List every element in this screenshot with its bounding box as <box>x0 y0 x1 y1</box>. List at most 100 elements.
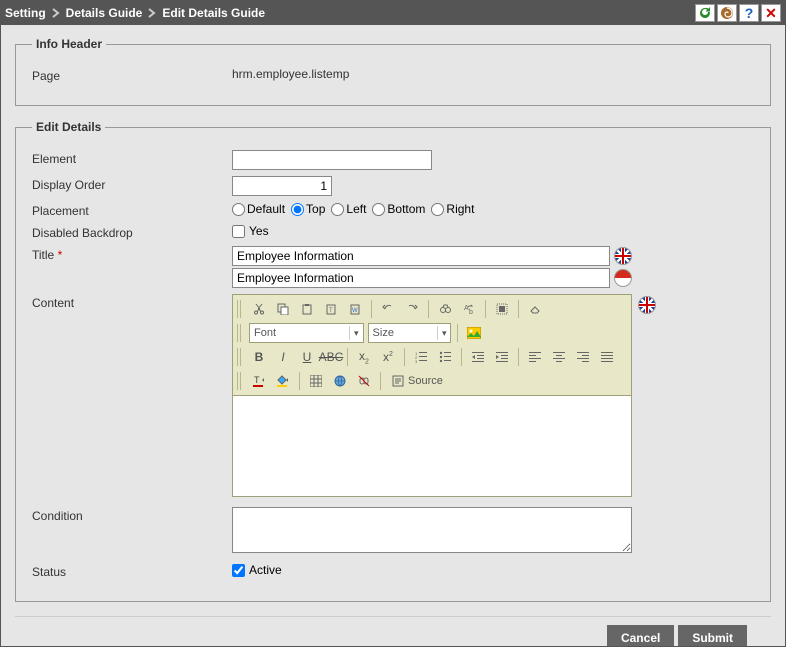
placement-option-right[interactable]: Right <box>431 202 474 216</box>
condition-input[interactable] <box>232 507 632 553</box>
breadcrumb-item[interactable]: Setting <box>5 6 46 20</box>
close-icon: ✕ <box>765 5 777 22</box>
svg-text:T: T <box>254 375 260 385</box>
disabled-backdrop-option-label: Yes <box>249 224 269 238</box>
element-input[interactable] <box>232 150 432 170</box>
condition-row: Condition <box>32 507 754 553</box>
placement-option-default[interactable]: Default <box>232 202 285 216</box>
title-input-id[interactable] <box>232 268 610 288</box>
copy-button[interactable] <box>273 299 293 319</box>
separator <box>518 300 519 318</box>
flag-uk-icon <box>638 296 656 314</box>
placement-row: Placement Default Top Left Bottom Right <box>32 202 754 218</box>
placement-radio-bottom[interactable] <box>372 203 385 216</box>
bg-color-button[interactable] <box>273 371 293 391</box>
font-select[interactable]: Font ▾ <box>249 323 364 343</box>
link-button[interactable] <box>330 371 350 391</box>
content-label: Content <box>32 294 232 310</box>
align-justify-button[interactable] <box>597 347 617 367</box>
strike-button[interactable]: ABC <box>321 347 341 367</box>
status-checkbox[interactable] <box>232 564 245 577</box>
underline-icon: U <box>303 350 312 364</box>
source-label: Source <box>408 375 443 387</box>
indent-button[interactable] <box>492 347 512 367</box>
numbered-list-button[interactable]: 123 <box>411 347 431 367</box>
breadcrumb-item[interactable]: Edit Details Guide <box>162 6 265 20</box>
unordered-list-icon <box>439 351 451 363</box>
disabled-backdrop-checkbox[interactable] <box>232 225 245 238</box>
placement-radio-right[interactable] <box>431 203 444 216</box>
display-order-input[interactable] <box>232 176 332 196</box>
underline-button[interactable]: U <box>297 347 317 367</box>
outdent-button[interactable] <box>468 347 488 367</box>
paste-word-button[interactable]: W <box>345 299 365 319</box>
condition-label: Condition <box>32 507 232 523</box>
eraser-icon <box>529 303 541 315</box>
italic-button[interactable]: I <box>273 347 293 367</box>
separator <box>461 348 462 366</box>
paste-text-icon: T <box>325 303 337 315</box>
link-icon <box>333 375 347 387</box>
cancel-button[interactable]: Cancel <box>607 625 674 646</box>
redo-button[interactable] <box>402 299 422 319</box>
undo-button[interactable] <box>378 299 398 319</box>
bullet-list-button[interactable] <box>435 347 455 367</box>
remove-format-button[interactable] <box>525 299 545 319</box>
placement-radio-default[interactable] <box>232 203 245 216</box>
disabled-backdrop-option[interactable]: Yes <box>232 224 269 238</box>
subscript-button[interactable]: x2 <box>354 347 374 367</box>
cut-button[interactable] <box>249 299 269 319</box>
bold-button[interactable]: B <box>249 347 269 367</box>
align-center-button[interactable] <box>549 347 569 367</box>
separator <box>371 300 372 318</box>
table-button[interactable] <box>306 371 326 391</box>
editor-content-area[interactable] <box>233 396 631 496</box>
paste-text-button[interactable]: T <box>321 299 341 319</box>
content-scroll[interactable]: Info Header Page hrm.employee.listemp Ed… <box>1 25 785 646</box>
superscript-button[interactable]: x2 <box>378 347 398 367</box>
select-all-button[interactable] <box>492 299 512 319</box>
paste-word-icon: W <box>349 303 361 315</box>
element-label: Element <box>32 150 232 166</box>
font-select-label: Font <box>254 327 276 339</box>
required-mark: * <box>58 248 63 262</box>
close-button[interactable]: ✕ <box>761 4 781 22</box>
placement-option-left[interactable]: Left <box>331 202 366 216</box>
text-color-icon: T <box>252 374 266 388</box>
placement-option-bottom[interactable]: Bottom <box>372 202 425 216</box>
placement-radio-top[interactable] <box>291 203 304 216</box>
submit-button[interactable]: Submit <box>678 625 747 646</box>
image-button[interactable] <box>464 323 484 343</box>
chevron-right-icon <box>52 8 60 18</box>
title-input-en[interactable] <box>232 246 610 266</box>
size-select[interactable]: Size ▾ <box>368 323 452 343</box>
undo-icon <box>382 303 394 315</box>
breadcrumb: Setting Details Guide Edit Details Guide <box>5 6 695 20</box>
paste-button[interactable] <box>297 299 317 319</box>
placement-radio-left[interactable] <box>331 203 344 216</box>
toolbar-grip-icon <box>237 372 243 390</box>
align-left-icon <box>529 351 541 363</box>
find-button[interactable] <box>435 299 455 319</box>
align-right-button[interactable] <box>573 347 593 367</box>
help-button[interactable]: ? <box>739 4 759 22</box>
separator <box>299 372 300 390</box>
scissors-icon <box>253 303 265 315</box>
unlink-button[interactable] <box>354 371 374 391</box>
page-label: Page <box>32 67 232 83</box>
text-color-button[interactable]: T <box>249 371 269 391</box>
align-left-button[interactable] <box>525 347 545 367</box>
strikethrough-icon: ABC <box>319 350 344 364</box>
select-all-icon <box>496 303 508 315</box>
placement-option-top[interactable]: Top <box>291 202 325 216</box>
outdent-icon <box>472 351 484 363</box>
element-row: Element <box>32 150 754 170</box>
replace-button[interactable]: Ab <box>459 299 479 319</box>
status-option[interactable]: Active <box>232 563 282 577</box>
browser-button[interactable] <box>717 4 737 22</box>
source-button[interactable]: Source <box>387 371 448 391</box>
svg-text:T: T <box>329 308 333 314</box>
breadcrumb-item[interactable]: Details Guide <box>66 6 143 20</box>
refresh-button[interactable] <box>695 4 715 22</box>
title-bar: Setting Details Guide Edit Details Guide… <box>1 1 785 25</box>
